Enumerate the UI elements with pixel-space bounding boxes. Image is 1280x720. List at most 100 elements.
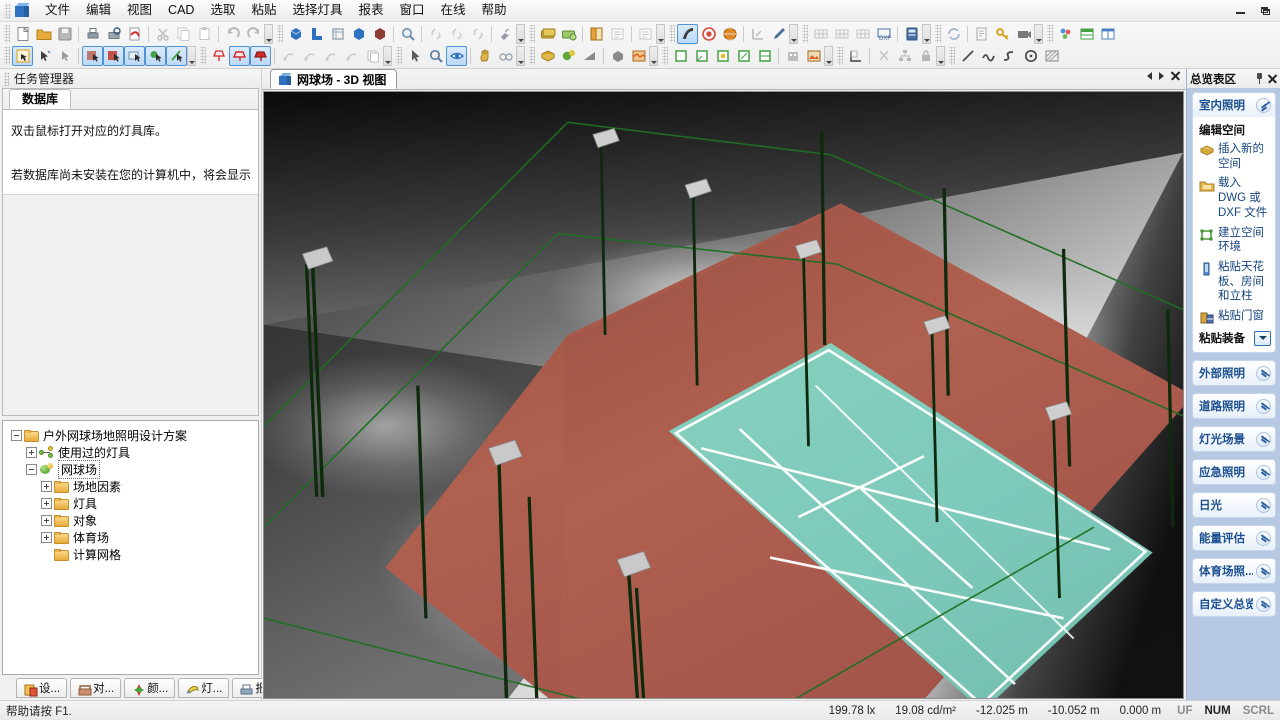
view-3d-icon[interactable] [285, 24, 306, 44]
group-energy-evaluation[interactable]: 能量评估 [1192, 525, 1276, 552]
tree-node[interactable]: 户外网球场地照明设计方案 [7, 427, 254, 444]
globe-icon[interactable] [719, 24, 740, 44]
chevron-down-icon[interactable] [1256, 563, 1271, 579]
chevron-down-icon[interactable] [1256, 530, 1271, 546]
view-render-icon[interactable] [369, 24, 390, 44]
toolbar-grip[interactable] [4, 25, 10, 43]
zoom-window-icon[interactable] [397, 24, 418, 44]
select-surface-icon[interactable] [124, 46, 145, 66]
toolbar-grip[interactable] [837, 47, 843, 65]
columns-icon[interactable] [1097, 24, 1118, 44]
tree-node[interactable]: 灯具 [7, 495, 254, 512]
tree-expander[interactable] [41, 498, 52, 509]
toolbar-grip[interactable] [662, 47, 668, 65]
luminaire-stack-icon[interactable] [537, 24, 558, 44]
right-group-header[interactable]: 自定义总览 [1193, 592, 1275, 617]
box-insert-icon[interactable] [607, 46, 628, 66]
close-document-icon[interactable] [1171, 71, 1180, 80]
minimize-button[interactable] [1234, 4, 1248, 18]
select-luminaire-icon[interactable] [33, 46, 54, 66]
luminaire-pick-icon[interactable] [558, 24, 579, 44]
group-street-lighting[interactable]: 道路照明 [1192, 393, 1276, 420]
menu-help[interactable]: 帮助 [474, 1, 515, 20]
new-file-icon[interactable] [12, 24, 33, 44]
tree-node[interactable]: 使用过的灯具 [7, 444, 254, 461]
group-emergency-lighting[interactable]: 应急照明 [1192, 459, 1276, 486]
tab-colors[interactable]: 颜... [124, 678, 176, 698]
new-room2-icon[interactable] [691, 46, 712, 66]
toolbar-overflow-button[interactable] [922, 24, 931, 44]
group-sports-lighting[interactable]: 体育场照... [1192, 558, 1276, 585]
select-none-icon[interactable] [54, 46, 75, 66]
arrange-d-icon[interactable] [341, 46, 362, 66]
select-measure-icon[interactable] [166, 46, 187, 66]
pointer-tool-icon[interactable] [404, 46, 425, 66]
tree-expander[interactable] [41, 481, 52, 492]
axes-icon[interactable] [747, 24, 768, 44]
hatch-icon[interactable] [1041, 46, 1062, 66]
view-solid-icon[interactable] [348, 24, 369, 44]
tennis-object-icon[interactable] [558, 46, 579, 66]
tab-database[interactable]: 数据库 [9, 89, 72, 109]
edit-list2-icon[interactable] [635, 24, 656, 44]
grid-b-icon[interactable] [831, 24, 852, 44]
tab-luminaires[interactable]: 灯... [178, 678, 230, 698]
toolbar-grip[interactable] [200, 47, 206, 65]
paste-equipment-dropdown[interactable] [1254, 330, 1271, 346]
toolbar-grip[interactable] [1047, 25, 1053, 43]
cut-icon[interactable] [152, 24, 173, 44]
wedge-icon[interactable] [579, 46, 600, 66]
tree-expander[interactable] [26, 447, 37, 458]
link-c-icon[interactable] [467, 24, 488, 44]
toolbar-grip[interactable] [4, 47, 10, 65]
tree-expander[interactable] [11, 430, 22, 441]
link-a-icon[interactable] [425, 24, 446, 44]
light-scene-b-icon[interactable] [229, 46, 250, 66]
right-group-header[interactable]: 室内照明 [1193, 93, 1275, 117]
tree-expander[interactable] [41, 532, 52, 543]
edit-list-icon[interactable] [607, 24, 628, 44]
tree-node[interactable]: 场地因素 [7, 478, 254, 495]
line-icon[interactable] [957, 46, 978, 66]
restore-button[interactable] [1258, 4, 1272, 18]
document-tab[interactable]: 网球场 - 3D 视图 [270, 69, 398, 89]
target-icon[interactable] [698, 24, 719, 44]
new-room5-icon[interactable] [754, 46, 775, 66]
group-exterior-lighting[interactable]: 外部照明 [1192, 360, 1276, 387]
hierarchy-icon[interactable] [894, 46, 915, 66]
chevron-down-icon[interactable] [1256, 398, 1271, 414]
menu-file[interactable]: 文件 [37, 1, 78, 20]
close-icon[interactable] [1268, 74, 1277, 83]
measure-tool-icon[interactable] [495, 46, 516, 66]
menu-grip[interactable] [4, 2, 11, 19]
menu-window[interactable]: 窗口 [392, 1, 433, 20]
right-item[interactable]: 载入 DWG 或 DXF 文件 [1199, 176, 1271, 220]
menu-cad[interactable]: CAD [160, 1, 202, 20]
menu-online[interactable]: 在线 [433, 1, 474, 20]
key-icon[interactable] [992, 24, 1013, 44]
toolbar-overflow-button[interactable] [187, 46, 196, 66]
toolbar-overflow-button[interactable] [656, 24, 665, 44]
view-elevation-icon[interactable] [327, 24, 348, 44]
tree-node[interactable]: 计算网格 [7, 546, 254, 563]
object-insert-icon[interactable] [537, 46, 558, 66]
select-object-icon[interactable] [145, 46, 166, 66]
right-item[interactable]: 粘贴门窗 [1199, 309, 1271, 324]
right-item[interactable]: 插入新的空间 [1199, 142, 1271, 171]
toolbar-overflow-button[interactable] [264, 24, 273, 44]
save-file-icon[interactable] [54, 24, 75, 44]
document-icon[interactable] [971, 24, 992, 44]
new-room3-icon[interactable] [712, 46, 733, 66]
toolbar-grip[interactable] [277, 25, 283, 43]
export-dxf-icon[interactable]: DXF [873, 24, 894, 44]
menu-paste[interactable]: 粘贴 [243, 1, 284, 20]
right-group-header[interactable]: 体育场照... [1193, 559, 1275, 584]
toolbar-overflow-button[interactable] [516, 46, 525, 66]
settings-wrench-icon[interactable] [495, 24, 516, 44]
arrange-a-icon[interactable] [278, 46, 299, 66]
tree-node[interactable]: 体育场 [7, 529, 254, 546]
toolbar-grip[interactable] [935, 25, 941, 43]
toolbar-overflow-button[interactable] [383, 46, 392, 66]
right-group-header[interactable]: 应急照明 [1193, 460, 1275, 485]
grid-c-icon[interactable] [852, 24, 873, 44]
